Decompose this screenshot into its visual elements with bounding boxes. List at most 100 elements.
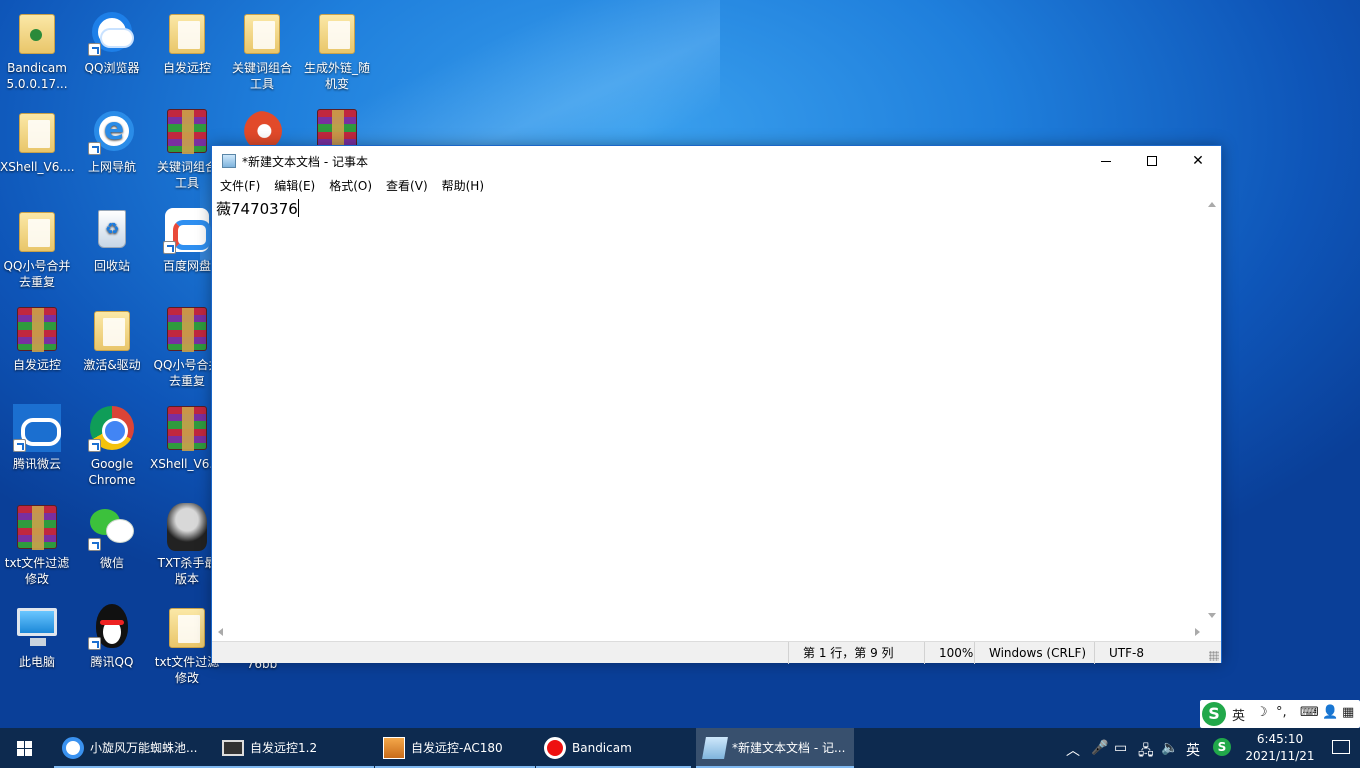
- desktop-icon-label: Bandicam 5.0.0.17...: [6, 61, 68, 91]
- taskbar-item-bandicam[interactable]: Bandicam: [536, 728, 691, 768]
- desktop-icon-keyword-folder[interactable]: 关键词组合 工具: [225, 8, 299, 92]
- wechat-icon: [88, 503, 136, 551]
- winrar-icon: [163, 305, 211, 353]
- desktop-icon-wechat[interactable]: 微信: [75, 503, 149, 571]
- scroll-down-icon[interactable]: [1208, 613, 1216, 618]
- desktop-icon-qq-merge-folder[interactable]: QQ小号合并 去重复: [0, 206, 74, 290]
- taskbar-item-notepad[interactable]: *新建文本文档 - 记...: [696, 728, 854, 768]
- minimize-icon: [1101, 160, 1111, 162]
- taskbar-item-spider-pool[interactable]: 小旋风万能蜘蛛池...: [54, 728, 214, 768]
- notification-center-icon[interactable]: [1332, 740, 1350, 754]
- internet-explorer-icon: e: [88, 107, 136, 155]
- chevron-up-icon[interactable]: ︿: [1066, 740, 1080, 760]
- shortcut-arrow-icon: [88, 142, 101, 155]
- horizontal-scrollbar[interactable]: [212, 624, 1206, 641]
- desktop-icon-label: 此电脑: [18, 655, 55, 669]
- scroll-right-icon[interactable]: [1195, 628, 1200, 636]
- notepad-window[interactable]: *新建文本文档 - 记事本 ✕ 文件(F) 编辑(E) 格式(O) 查看(V) 帮助(H…: [211, 145, 1222, 664]
- start-button[interactable]: [0, 728, 48, 768]
- clock-time: 6:45:10: [1256, 732, 1304, 746]
- qq-penguin-icon: [88, 602, 136, 650]
- desktop-icon-xshell-folder[interactable]: XShell_V6....: [0, 107, 75, 175]
- minimize-button[interactable]: [1083, 146, 1129, 176]
- resize-grip[interactable]: [1209, 651, 1219, 661]
- clock-date: 2021/11/21: [1245, 749, 1315, 763]
- desktop-icon-bandicam-folder[interactable]: Bandicam 5.0.0.17...: [0, 8, 74, 92]
- desktop-icon-this-pc[interactable]: 此电脑: [0, 602, 74, 670]
- desktop-icon-txt-filter-archive[interactable]: txt文件过滤 修改: [0, 503, 74, 587]
- tencent-weiyun-icon: [13, 404, 61, 452]
- text-editor[interactable]: 薇7470376: [212, 196, 1206, 624]
- folder-icon: [13, 107, 61, 155]
- menu-file[interactable]: 文件(F): [213, 176, 267, 196]
- scroll-up-icon[interactable]: [1208, 202, 1216, 207]
- desktop-icon-label: 自发远控: [162, 61, 211, 75]
- taskbar-item-label: 自发远控-AC180: [411, 741, 503, 755]
- close-button[interactable]: ✕: [1175, 146, 1221, 176]
- text-caret: [297, 199, 299, 217]
- title-bar[interactable]: *新建文本文档 - 记事本 ✕: [212, 146, 1221, 176]
- menu-help[interactable]: 帮助(H): [435, 176, 491, 196]
- status-encoding: UTF-8: [1094, 642, 1204, 664]
- shortcut-arrow-icon: [163, 241, 176, 254]
- shortcut-arrow-icon: [88, 439, 101, 452]
- baidu-netdisk-icon: [163, 206, 211, 254]
- winrar-icon: [13, 305, 61, 353]
- computer-icon: [13, 602, 61, 650]
- desktop-icon-label: QQ浏览器: [84, 61, 140, 75]
- desktop-icon-qq-browser[interactable]: QQ浏览器: [75, 8, 149, 76]
- desktop-icon-label: 回收站: [93, 259, 130, 273]
- skull-icon: [163, 503, 211, 551]
- desktop-icon-weiyun[interactable]: 腾讯微云: [0, 404, 74, 472]
- desktop-icon-recycle-bin[interactable]: 回收站: [75, 206, 149, 274]
- notepad-icon: [702, 737, 728, 759]
- windows-logo-pane: [25, 741, 32, 748]
- qq-browser-icon: [88, 8, 136, 56]
- sogou-tray-icon[interactable]: S: [1213, 738, 1231, 756]
- monitor-icon: [222, 740, 244, 756]
- ime-toolbar: S 英 ☽ °, ⌨ 👤 ▦: [1200, 700, 1360, 728]
- user-icon[interactable]: 👤: [1322, 705, 1338, 720]
- grid-icon[interactable]: ▦: [1342, 705, 1354, 720]
- input-language-indicator[interactable]: 英: [1186, 740, 1200, 760]
- moon-icon[interactable]: ☽: [1256, 705, 1268, 720]
- menu-format[interactable]: 格式(O): [322, 176, 379, 196]
- taskbar-item-zifa-1-2[interactable]: 自发远控1.2: [214, 728, 374, 768]
- taskbar-item-label: *新建文本文档 - 记...: [732, 741, 846, 755]
- desktop-icon-label: Google Chrome: [88, 457, 136, 487]
- desktop-icon-label: 关键词组合 工具: [231, 61, 292, 91]
- window-title: *新建文本文档 - 记事本: [242, 155, 368, 169]
- desktop-icon-activate-driver[interactable]: 激活&驱动: [75, 305, 149, 373]
- desktop-icon-tencent-qq[interactable]: 腾讯QQ: [75, 602, 149, 670]
- winrar-icon: [163, 107, 211, 155]
- volume-icon[interactable]: 🔈: [1161, 740, 1178, 756]
- folder-icon: [13, 8, 61, 56]
- desktop-icon-web-nav[interactable]: e 上网导航: [75, 107, 149, 175]
- microphone-icon[interactable]: 🎤: [1091, 740, 1108, 756]
- folder-icon: [88, 305, 136, 353]
- remote-control-icon: [383, 737, 405, 759]
- ime-language-toggle[interactable]: 英: [1232, 705, 1245, 724]
- folder-icon: [313, 8, 361, 56]
- record-icon: [544, 737, 566, 759]
- status-cursor-position: 第 1 行，第 9 列: [788, 642, 928, 664]
- desktop-icon-outlink-folder[interactable]: 生成外链_随 机变: [300, 8, 374, 92]
- keyboard-icon[interactable]: ⌨: [1300, 705, 1319, 720]
- system-clock[interactable]: 6:45:10 2021/11/21: [1240, 731, 1320, 765]
- desktop-icon-google-chrome[interactable]: Google Chrome: [75, 404, 149, 488]
- maximize-button[interactable]: [1129, 146, 1175, 176]
- network-icon[interactable]: 🖧: [1138, 740, 1154, 764]
- desktop-icon-label: 腾讯QQ: [90, 655, 134, 669]
- folder-icon: [13, 206, 61, 254]
- vertical-scrollbar[interactable]: [1204, 196, 1221, 624]
- shortcut-arrow-icon: [88, 538, 101, 551]
- punctuation-icon[interactable]: °,: [1276, 705, 1287, 720]
- menu-edit[interactable]: 编辑(E): [267, 176, 322, 196]
- desktop-icon-zifa-archive[interactable]: 自发远控: [0, 305, 74, 373]
- battery-icon[interactable]: ▭: [1114, 740, 1127, 756]
- desktop-icon-zifa-folder[interactable]: 自发远控: [150, 8, 224, 76]
- taskbar-item-zifa-ac180[interactable]: 自发远控-AC180: [375, 728, 535, 768]
- menu-view[interactable]: 查看(V): [379, 176, 435, 196]
- scroll-left-icon[interactable]: [218, 628, 223, 636]
- sogou-ime-icon[interactable]: S: [1202, 702, 1226, 726]
